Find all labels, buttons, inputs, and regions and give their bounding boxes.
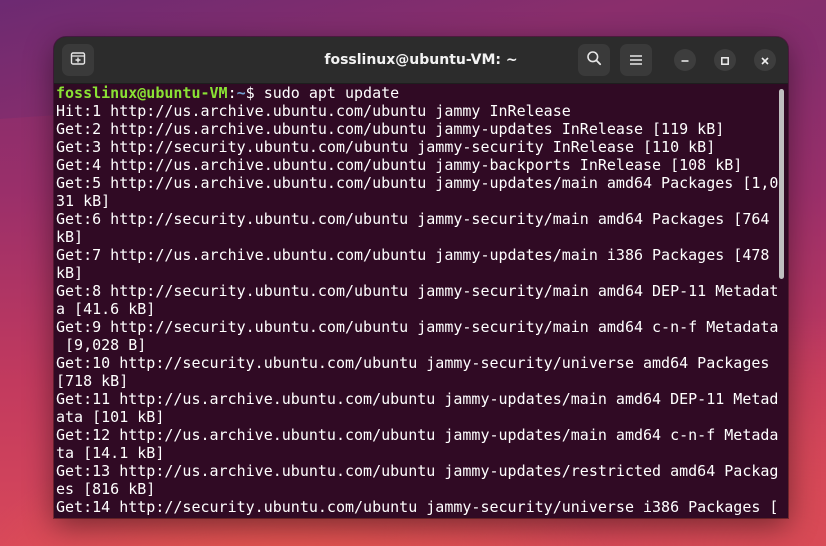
- output-line: Hit:1 http://us.archive.ubuntu.com/ubunt…: [56, 102, 571, 120]
- prompt-line: fosslinux@ubuntu-VM:~$ sudo apt update: [56, 84, 770, 102]
- close-button[interactable]: [754, 49, 776, 71]
- maximize-icon: [720, 51, 730, 70]
- title-bar[interactable]: fosslinux@ubuntu-VM: ~: [54, 37, 788, 84]
- output-line: es [816 kB]: [56, 480, 156, 498]
- new-tab-button[interactable]: [62, 44, 94, 76]
- close-icon: [760, 51, 770, 70]
- output-line: a [41.6 kB]: [56, 300, 156, 318]
- prompt-separator: :: [227, 84, 237, 102]
- output-line: [9,028 B]: [56, 336, 147, 354]
- prompt-user-host: fosslinux@ubuntu-VM: [56, 84, 228, 102]
- minimize-icon: [680, 51, 690, 70]
- prompt-symbol: $: [245, 84, 264, 102]
- output-line: Get:14 http://security.ubuntu.com/ubuntu…: [56, 498, 779, 516]
- output-line: ata [101 kB]: [56, 408, 165, 426]
- terminal-scrollbar[interactable]: [779, 89, 784, 279]
- output-line: Get:4 http://us.archive.ubuntu.com/ubunt…: [56, 156, 743, 174]
- terminal-output[interactable]: fosslinux@ubuntu-VM:~$ sudo apt update H…: [54, 84, 788, 518]
- maximize-button[interactable]: [714, 49, 736, 71]
- output-line: kB]: [56, 228, 84, 246]
- minimize-button[interactable]: [674, 49, 696, 71]
- output-line: Get:11 http://us.archive.ubuntu.com/ubun…: [56, 390, 779, 408]
- prompt-command: sudo apt update: [263, 84, 400, 102]
- search-icon: [586, 50, 602, 70]
- output-line: Get:10 http://security.ubuntu.com/ubuntu…: [56, 354, 770, 372]
- output-line: Get:5 http://us.archive.ubuntu.com/ubunt…: [56, 174, 779, 192]
- hamburger-menu-icon: [629, 51, 643, 70]
- output-line: Get:2 http://us.archive.ubuntu.com/ubunt…: [56, 120, 725, 138]
- output-line: kB]: [56, 264, 84, 282]
- output-line: Get:6 http://security.ubuntu.com/ubuntu …: [56, 210, 770, 228]
- output-line: Get:8 http://security.ubuntu.com/ubuntu …: [56, 282, 779, 300]
- search-button[interactable]: [578, 44, 610, 76]
- output-line: ta [14.1 kB]: [56, 444, 165, 462]
- prompt-path: ~: [236, 84, 246, 102]
- output-line: 31 kB]: [56, 192, 111, 210]
- output-line: Get:9 http://security.ubuntu.com/ubuntu …: [56, 318, 779, 336]
- output-line: Get:13 http://us.archive.ubuntu.com/ubun…: [56, 462, 779, 480]
- menu-button[interactable]: [620, 44, 652, 76]
- output-line: [718 kB]: [56, 372, 129, 390]
- output-line: Get:7 http://us.archive.ubuntu.com/ubunt…: [56, 246, 770, 264]
- output-line: Get:3 http://security.ubuntu.com/ubuntu …: [56, 138, 716, 156]
- new-tab-icon: [70, 50, 86, 70]
- terminal-window: fosslinux@ubuntu-VM: ~ fosslinux@ubuntu-…: [54, 37, 788, 518]
- output-line: Get:12 http://us.archive.ubuntu.com/ubun…: [56, 426, 779, 444]
